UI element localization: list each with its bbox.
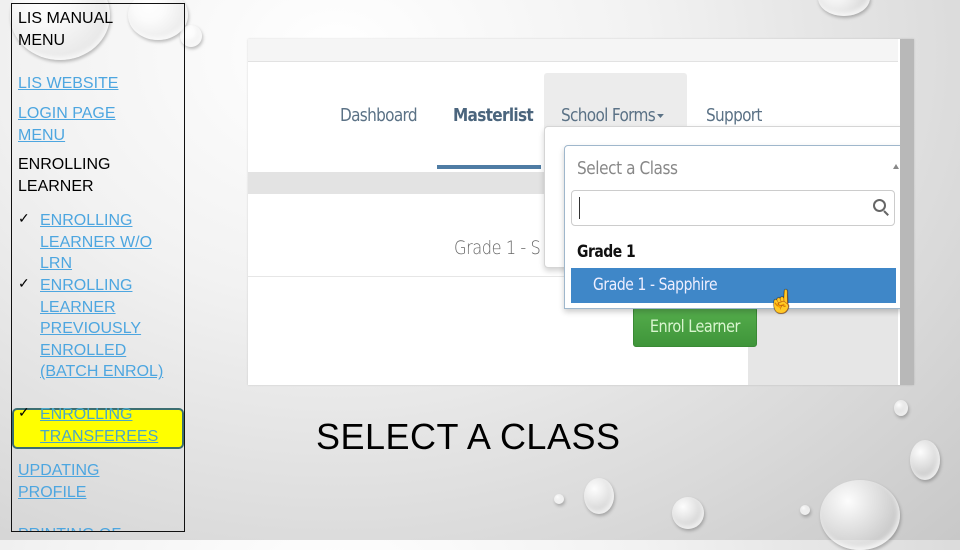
class-search-input[interactable] (571, 190, 895, 226)
class-select[interactable]: Select a Class Grade 1 Grade 1 - Sapphir… (564, 145, 906, 309)
water-droplet (554, 494, 564, 504)
nav-masterlist[interactable]: Masterlist (453, 105, 534, 126)
water-droplet (672, 497, 704, 529)
app-top-bar (248, 39, 898, 62)
water-droplet (818, 0, 870, 16)
link-enrolling-learner-previously-enrolled[interactable]: ENROLLING LEARNER PREVIOUSLY ENROLLED (B… (40, 275, 165, 383)
link-enrolling-learner-wo-lrn[interactable]: ENROLLING LEARNER W/O LRN (40, 210, 180, 275)
option-label: Grade 1 - Sapphire (593, 275, 718, 295)
check-icon: ✓ (18, 404, 30, 420)
class-name-label: Grade 1 - S (454, 237, 541, 259)
slide-caption: SELECT A CLASS (316, 416, 621, 457)
nav-support[interactable]: Support (706, 105, 762, 126)
water-droplet (894, 400, 908, 416)
search-icon (873, 199, 886, 212)
caret-down-icon (656, 114, 664, 118)
caret-up-icon (893, 164, 899, 169)
option-group-grade-1: Grade 1 (577, 242, 636, 262)
nav-dashboard[interactable]: Dashboard (340, 105, 418, 126)
text-cursor (579, 197, 580, 219)
check-icon: ✓ (18, 275, 30, 291)
enrol-learner-button[interactable]: Enrol Learner (633, 307, 757, 347)
link-login-page-menu[interactable]: LOGIN PAGE MENU (18, 103, 138, 147)
hand-pointer-cursor-icon: ☝ (768, 289, 796, 314)
section-heading-enrolling-learner: ENROLLING LEARNER (18, 156, 111, 195)
check-icon: ✓ (18, 210, 30, 226)
water-droplet (800, 505, 810, 515)
nav-school-forms[interactable]: School Forms (561, 105, 664, 126)
nav-school-forms-label: School Forms (561, 105, 656, 126)
manual-menu-panel: LIS MANUAL MENU LIS WEBSITE LOGIN PAGE M… (11, 3, 185, 532)
link-enrolling-transferees[interactable]: ENROLLING TRANSFEREES (40, 404, 180, 447)
link-lis-website[interactable]: LIS WEBSITE (18, 73, 118, 95)
scrollbar[interactable] (900, 39, 914, 385)
app-screenshot: Dashboard Masterlist School Forms Suppor… (248, 39, 914, 385)
menu-title: LIS MANUAL MENU (18, 10, 113, 49)
water-droplet (584, 478, 614, 514)
link-printing-of[interactable]: PRINTING OF (18, 524, 121, 531)
link-updating-profile[interactable]: UPDATING PROFILE (18, 460, 118, 504)
class-select-placeholder: Select a Class (577, 158, 678, 179)
water-droplet (910, 440, 940, 480)
active-tab-indicator (437, 165, 541, 169)
option-grade-1-sapphire[interactable]: Grade 1 - Sapphire (571, 268, 896, 303)
enrol-learner-label: Enrol Learner (650, 317, 740, 337)
